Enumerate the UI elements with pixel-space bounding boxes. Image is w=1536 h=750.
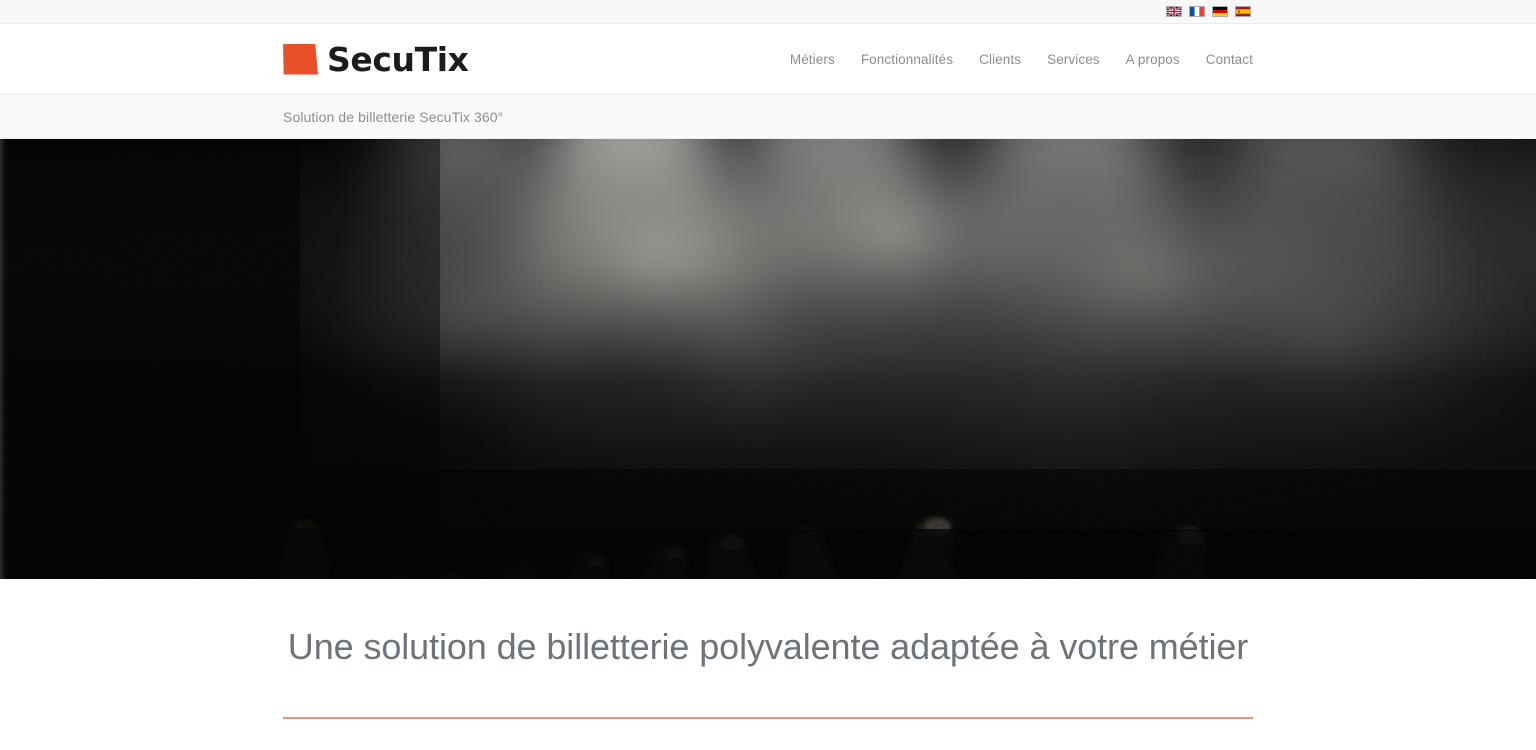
header-inner: SecuTix Métiers Fonctionnalités Clients … <box>283 24 1253 94</box>
logo-wordmark: SecuTix <box>327 39 469 79</box>
nav-item-metiers[interactable]: Métiers <box>790 52 835 67</box>
german-flag-icon[interactable] <box>1212 6 1228 17</box>
breadcrumb: Solution de billetterie SecuTix 360° <box>283 95 1253 138</box>
nav-item-a-propos[interactable]: A propos <box>1126 52 1180 67</box>
page-title: Une solution de billetterie polyvalente … <box>287 626 1249 667</box>
title-divider <box>283 717 1253 719</box>
site-header: SecuTix Métiers Fonctionnalités Clients … <box>0 24 1536 95</box>
secutix-logo-mark-icon <box>283 43 318 75</box>
nav-item-contact[interactable]: Contact <box>1206 52 1253 67</box>
language-bar <box>0 0 1536 24</box>
page-root: SecuTix Métiers Fonctionnalités Clients … <box>0 0 1536 750</box>
nav-item-services[interactable]: Services <box>1047 52 1100 67</box>
language-switcher <box>1166 6 1251 17</box>
content-container: Une solution de billetterie polyvalente … <box>283 579 1253 719</box>
main-navigation: Métiers Fonctionnalités Clients Services… <box>790 52 1253 67</box>
breadcrumb-current: Solution de billetterie SecuTix 360° <box>283 108 504 125</box>
breadcrumb-bar: Solution de billetterie SecuTix 360° <box>0 95 1536 139</box>
nav-item-clients[interactable]: Clients <box>979 52 1021 67</box>
logo-link[interactable]: SecuTix <box>283 43 469 76</box>
main-content: Une solution de billetterie polyvalente … <box>0 579 1536 750</box>
nav-item-fonctionnalites[interactable]: Fonctionnalités <box>861 52 953 67</box>
hero-banner-image <box>0 139 1536 579</box>
english-flag-icon[interactable] <box>1166 6 1182 17</box>
spanish-flag-icon[interactable] <box>1235 6 1251 17</box>
french-flag-icon[interactable] <box>1189 6 1205 17</box>
